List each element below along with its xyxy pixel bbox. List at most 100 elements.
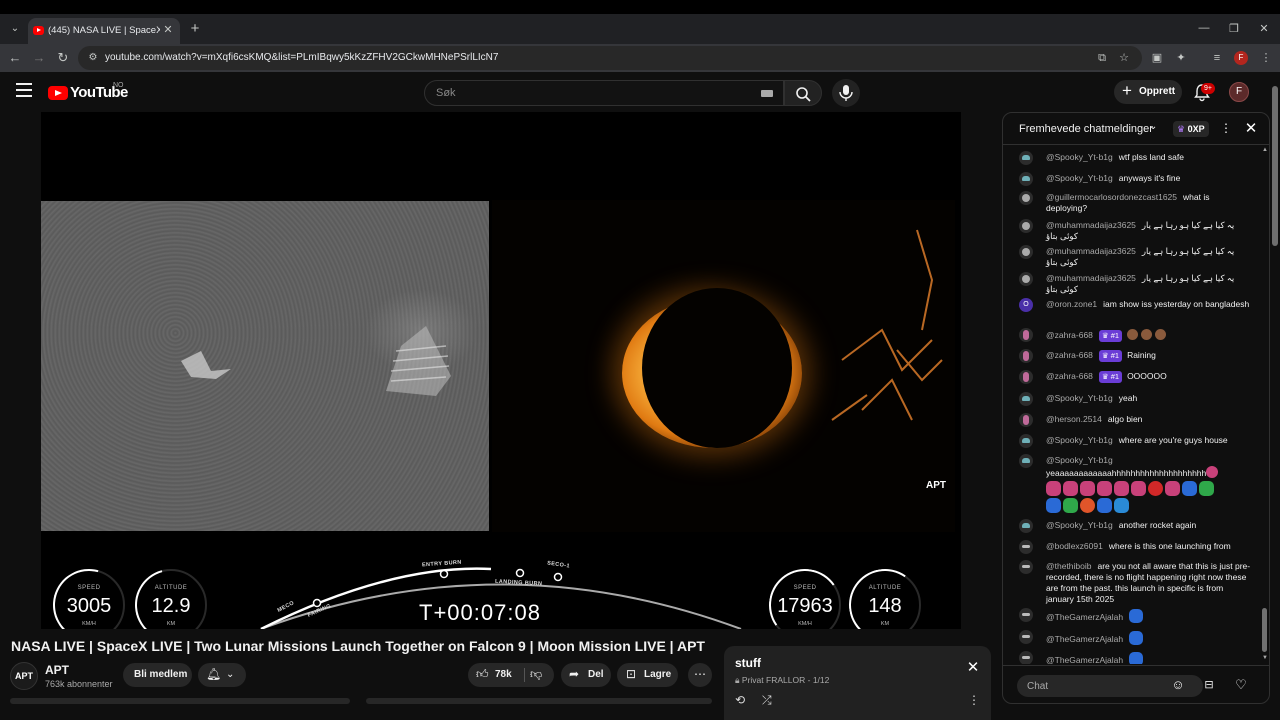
avatar[interactable] — [1019, 413, 1033, 427]
voice-search-button[interactable] — [832, 79, 860, 107]
heart-icon[interactable]: ♡ — [1232, 676, 1250, 694]
subscribe-notifications-button[interactable]: 🔔︎ ⌄ — [198, 663, 246, 687]
back-arrow-icon[interactable]: ← — [6, 49, 24, 67]
browser-tab-active[interactable]: (445) NASA LIVE | SpaceX LIVE | ✕ — [28, 18, 180, 44]
avatar[interactable] — [1019, 219, 1033, 233]
playlist-close-icon[interactable]: ✕ — [965, 660, 981, 676]
address-bar[interactable]: ⚙ youtube.com/watch?v=mXqfi6csKMQ&list=P… — [78, 46, 1142, 70]
emoji-picker-icon[interactable]: ☺ — [1169, 676, 1187, 694]
like-thumb-icon[interactable]: 👍︎ — [476, 667, 489, 682]
window-close-icon[interactable]: ✕ — [1254, 22, 1274, 35]
chat-author[interactable]: @muhammadaijaz3625 — [1046, 246, 1136, 256]
chat-author[interactable]: @Spooky_Yt-b1g — [1046, 393, 1113, 403]
chat-author[interactable]: @Spooky_Yt-b1g — [1046, 520, 1113, 530]
avatar[interactable] — [1019, 370, 1033, 384]
youtube-logo-icon[interactable] — [48, 86, 68, 100]
chat-author[interactable]: @TheGamerzAjalah — [1046, 634, 1123, 644]
tab-list-chevron-icon[interactable]: ⌄ — [6, 20, 24, 38]
chat-author[interactable]: @Spooky_Yt-b1g — [1046, 173, 1113, 183]
avatar[interactable] — [1019, 191, 1033, 205]
video-player[interactable]: SPEED 3005 KM/H ALTITUDE 12.9 KM MECO FA… — [41, 112, 961, 629]
chat-author[interactable]: @zahra-668 — [1046, 330, 1093, 340]
bookmark-star-icon[interactable]: ☆ — [1117, 51, 1131, 65]
save-button[interactable]: ⊡ Lagre — [617, 663, 678, 687]
chat-author[interactable]: @oron.zone1 — [1046, 299, 1097, 309]
channel-name[interactable]: APT — [45, 663, 69, 677]
join-button[interactable]: Bli medlem — [123, 663, 192, 687]
scroll-up-icon[interactable]: ▲ — [1262, 147, 1268, 153]
media-control-icon[interactable]: ≡ — [1209, 49, 1225, 67]
avatar[interactable] — [1019, 434, 1033, 448]
account-avatar[interactable]: F — [1229, 82, 1249, 102]
avatar[interactable] — [1019, 540, 1033, 554]
scroll-thumb[interactable] — [1262, 608, 1267, 652]
address-url[interactable]: youtube.com/watch?v=mXqfi6csKMQ&list=PLm… — [105, 52, 498, 63]
chat-author[interactable]: @Spooky_Yt-b1g — [1046, 455, 1113, 465]
tab-close-icon[interactable]: ✕ — [161, 23, 175, 37]
search-input[interactable]: Søk — [424, 80, 784, 106]
dislike-thumb-icon[interactable]: 👎︎ — [530, 667, 542, 682]
extension-icon[interactable]: ▣ — [1149, 49, 1165, 67]
share-button[interactable]: ➦ Del — [561, 663, 611, 687]
minimize-icon[interactable]: — — [1194, 22, 1214, 34]
search-button[interactable] — [784, 80, 822, 106]
scroll-down-icon[interactable]: ▼ — [1262, 655, 1268, 661]
browser-menu-icon[interactable]: ⋮ — [1258, 49, 1274, 67]
avatar[interactable] — [1019, 519, 1033, 533]
xp-badge[interactable]: ♛ 0XP — [1173, 121, 1209, 137]
chat-more-icon[interactable]: ⋮ — [1220, 121, 1232, 135]
chat-author[interactable]: @TheGamerzAjalah — [1046, 655, 1123, 664]
avatar[interactable] — [1019, 172, 1033, 186]
avatar[interactable] — [1019, 651, 1033, 664]
chat-author[interactable]: @herson.2514 — [1046, 414, 1102, 424]
share-label: Del — [588, 669, 604, 680]
chat-author[interactable]: @muhammadaijaz3625 — [1046, 273, 1136, 283]
emote-icon — [1080, 498, 1095, 513]
menu-hamburger-icon[interactable] — [16, 83, 32, 97]
chat-author[interactable]: @bodlexz6091 — [1046, 541, 1103, 551]
site-settings-icon[interactable]: ⚙ — [86, 51, 100, 65]
install-app-icon[interactable]: ⧉ — [1095, 51, 1109, 65]
like-count[interactable]: 78k — [495, 669, 512, 680]
channel-watermark[interactable]: APT — [926, 480, 952, 498]
chat-author[interactable]: @zahra-668 — [1046, 371, 1093, 381]
super-chat-icon[interactable]: ⊟ — [1200, 676, 1218, 694]
playlist-more-icon[interactable]: ⋮ — [968, 693, 980, 707]
maximize-icon[interactable]: ❐ — [1224, 22, 1244, 35]
chat-author[interactable]: @TheGamerzAjalah — [1046, 612, 1123, 622]
chat-close-icon[interactable]: ✕ — [1244, 119, 1258, 137]
avatar[interactable] — [1019, 608, 1033, 622]
avatar[interactable] — [1019, 151, 1033, 165]
keyboard-icon[interactable] — [761, 90, 773, 97]
extensions-puzzle-icon[interactable]: ✦ — [1173, 49, 1189, 67]
more-actions-button[interactable]: ⋯ — [688, 663, 712, 687]
chat-author[interactable]: @muhammadaijaz3625 — [1046, 220, 1136, 230]
avatar[interactable] — [1019, 349, 1033, 363]
forward-arrow-icon[interactable]: → — [30, 49, 48, 67]
avatar[interactable] — [1019, 392, 1033, 406]
chat-author[interactable]: @guillermocarlosordonezcast1625 — [1046, 192, 1177, 202]
reload-icon[interactable]: ↻ — [54, 49, 72, 67]
page-scrollbar-thumb[interactable] — [1272, 86, 1278, 246]
avatar[interactable] — [1019, 245, 1033, 259]
playlist-title[interactable]: stuff — [735, 656, 761, 670]
create-button[interactable]: + Opprett — [1114, 80, 1182, 104]
browser-profile-avatar[interactable]: F — [1234, 51, 1248, 65]
channel-avatar[interactable]: APT — [10, 662, 38, 690]
avatar[interactable] — [1019, 560, 1033, 574]
loop-icon[interactable]: ⟲ — [735, 693, 745, 707]
avatar[interactable] — [1019, 272, 1033, 286]
new-tab-plus-icon[interactable]: + — [187, 21, 203, 37]
chat-author[interactable]: @zahra-668 — [1046, 350, 1093, 360]
chat-mode-title[interactable]: Fremhevede chatmeldinger — [1019, 123, 1153, 135]
chevron-down-icon[interactable]: ⌄ — [1149, 121, 1157, 132]
avatar[interactable]: O — [1019, 298, 1033, 312]
chat-author[interactable]: @thethiboib — [1046, 561, 1092, 571]
avatar[interactable] — [1019, 454, 1033, 468]
chat-scrollbar[interactable]: ▲ ▼ — [1261, 146, 1269, 664]
avatar[interactable] — [1019, 328, 1033, 342]
chat-author[interactable]: @Spooky_Yt-b1g — [1046, 152, 1113, 162]
shuffle-icon[interactable]: ⤮ — [762, 693, 772, 708]
avatar[interactable] — [1019, 630, 1033, 644]
chat-author[interactable]: @Spooky_Yt-b1g — [1046, 435, 1113, 445]
